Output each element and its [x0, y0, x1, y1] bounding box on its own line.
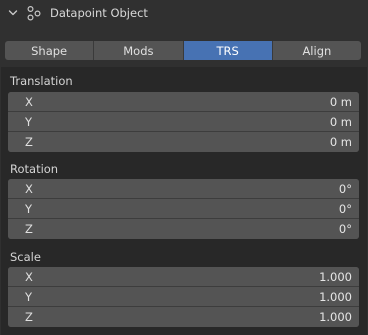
scale-fields: X 1.000 Y 1.000 Z 1.000	[8, 267, 359, 327]
axis-label: X	[25, 182, 33, 196]
field-value: 0°	[338, 182, 352, 196]
translation-z-field[interactable]: Z 0 m	[8, 132, 359, 152]
tab-trs[interactable]: TRS	[183, 41, 273, 60]
tab-align[interactable]: Align	[272, 41, 361, 60]
axis-label: Z	[25, 222, 33, 236]
translation-fields: X 0 m Y 0 m Z 0 m	[8, 92, 359, 152]
tab-shape[interactable]: Shape	[5, 41, 95, 60]
chevron-down-icon[interactable]	[8, 8, 18, 18]
field-value: 0 m	[329, 95, 352, 109]
axis-label: Z	[25, 310, 33, 324]
axis-label: X	[25, 95, 33, 109]
rotation-y-field[interactable]: Y 0°	[8, 199, 359, 219]
rotation-label: Rotation	[10, 162, 59, 176]
translation-x-field[interactable]: X 0 m	[8, 92, 359, 112]
field-value: 1.000	[319, 290, 352, 304]
axis-label: Y	[25, 290, 33, 304]
scale-label: Scale	[10, 250, 41, 264]
axis-label: Y	[25, 115, 33, 129]
field-value: 0°	[338, 222, 352, 236]
trs-content: Translation X 0 m Y 0 m Z 0 m Rotation X…	[1, 67, 367, 335]
tab-mods[interactable]: Mods	[94, 41, 184, 60]
translation-y-field[interactable]: Y 0 m	[8, 112, 359, 132]
axis-label: Y	[25, 202, 33, 216]
scale-x-field[interactable]: X 1.000	[8, 267, 359, 287]
scale-z-field[interactable]: Z 1.000	[8, 307, 359, 327]
axis-label: X	[25, 270, 33, 284]
rotation-z-field[interactable]: Z 0°	[8, 219, 359, 239]
rotation-x-field[interactable]: X 0°	[8, 179, 359, 199]
tab-bar: Shape Mods TRS Align	[5, 41, 361, 60]
panel-header[interactable]: Datapoint Object	[0, 0, 368, 26]
scale-y-field[interactable]: Y 1.000	[8, 287, 359, 307]
field-value: 0 m	[329, 115, 352, 129]
rotation-fields: X 0° Y 0° Z 0°	[8, 179, 359, 239]
translation-label: Translation	[10, 74, 73, 88]
field-value: 0°	[338, 202, 352, 216]
axis-label: Z	[25, 135, 33, 149]
object-data-icon	[27, 5, 41, 21]
field-value: 1.000	[319, 270, 352, 284]
field-value: 0 m	[329, 135, 352, 149]
field-value: 1.000	[319, 310, 352, 324]
panel-title: Datapoint Object	[50, 6, 148, 20]
